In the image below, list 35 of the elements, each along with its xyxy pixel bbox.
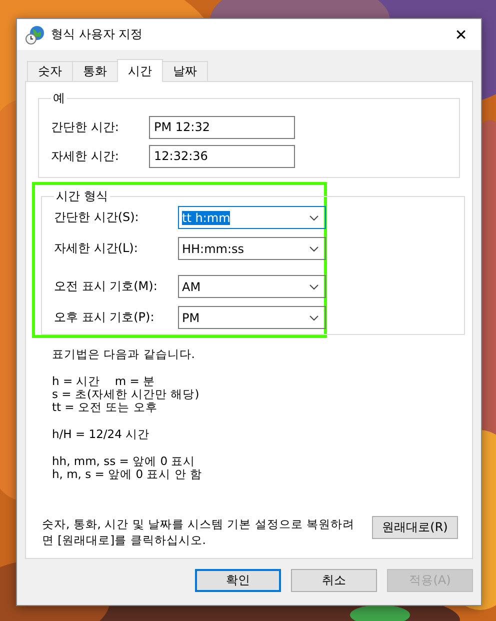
tab[interactable]: 날짜 (162, 61, 208, 81)
field-label: 오후 표시 기호(P): (54, 309, 156, 326)
dropdown[interactable]: PM (178, 306, 326, 329)
globe-clock-icon (25, 24, 45, 44)
tab[interactable]: 시간 (117, 59, 163, 82)
dialog-button[interactable]: 확인 (195, 569, 281, 592)
chevron-down-icon (309, 314, 319, 320)
close-button[interactable]: ✕ (441, 19, 481, 50)
restore-text: 숫자, 통화, 시간 및 날짜를 시스템 기본 설정으로 복원하려면 [원래대로]를 클릭하십시오. (42, 516, 356, 548)
chevron-down-icon (309, 214, 319, 220)
notation-text: 표기법은 다음과 같습니다. (52, 348, 196, 361)
notation-text: s = 초(자세한 시간만 해당) (52, 388, 200, 401)
tab[interactable]: 숫자 (27, 61, 73, 81)
window-title: 형식 사용자 지정 (51, 26, 144, 43)
notation-text: hh, mm, ss = 앞에 0 표시 (52, 455, 196, 468)
field-label: 자세한 시간: (51, 148, 120, 165)
output-field: PM 12:32 (149, 116, 295, 139)
chevron-down-icon (309, 284, 319, 290)
field-label: 자세한 시간(L): (54, 240, 139, 257)
dropdown[interactable]: AM (178, 275, 326, 298)
field-label: 간단한 시간(S): (54, 209, 140, 226)
notation-text: h, m, s = 앞에 0 표시 안 함 (52, 468, 203, 481)
chevron-down-icon (309, 246, 319, 252)
reset-button[interactable]: 원래대로(R) (372, 516, 458, 539)
dialog-button[interactable]: 취소 (291, 569, 377, 592)
notation-text: h = 시간 m = 분 (52, 375, 156, 388)
notation-text: h/H = 12/24 시간 (52, 428, 151, 441)
dropdown[interactable]: HH:mm:ss (178, 237, 326, 260)
output-field: 12:32:36 (149, 145, 295, 168)
field-label: 간단한 시간: (51, 119, 120, 136)
field-label: 오전 표시 기호(M): (54, 278, 158, 295)
group-title: 시간 형식 (55, 188, 109, 205)
group-title: 예 (52, 90, 66, 107)
notation-text: tt = 오전 또는 오후 (52, 401, 158, 414)
dropdown[interactable]: tt h:mm (178, 206, 326, 229)
